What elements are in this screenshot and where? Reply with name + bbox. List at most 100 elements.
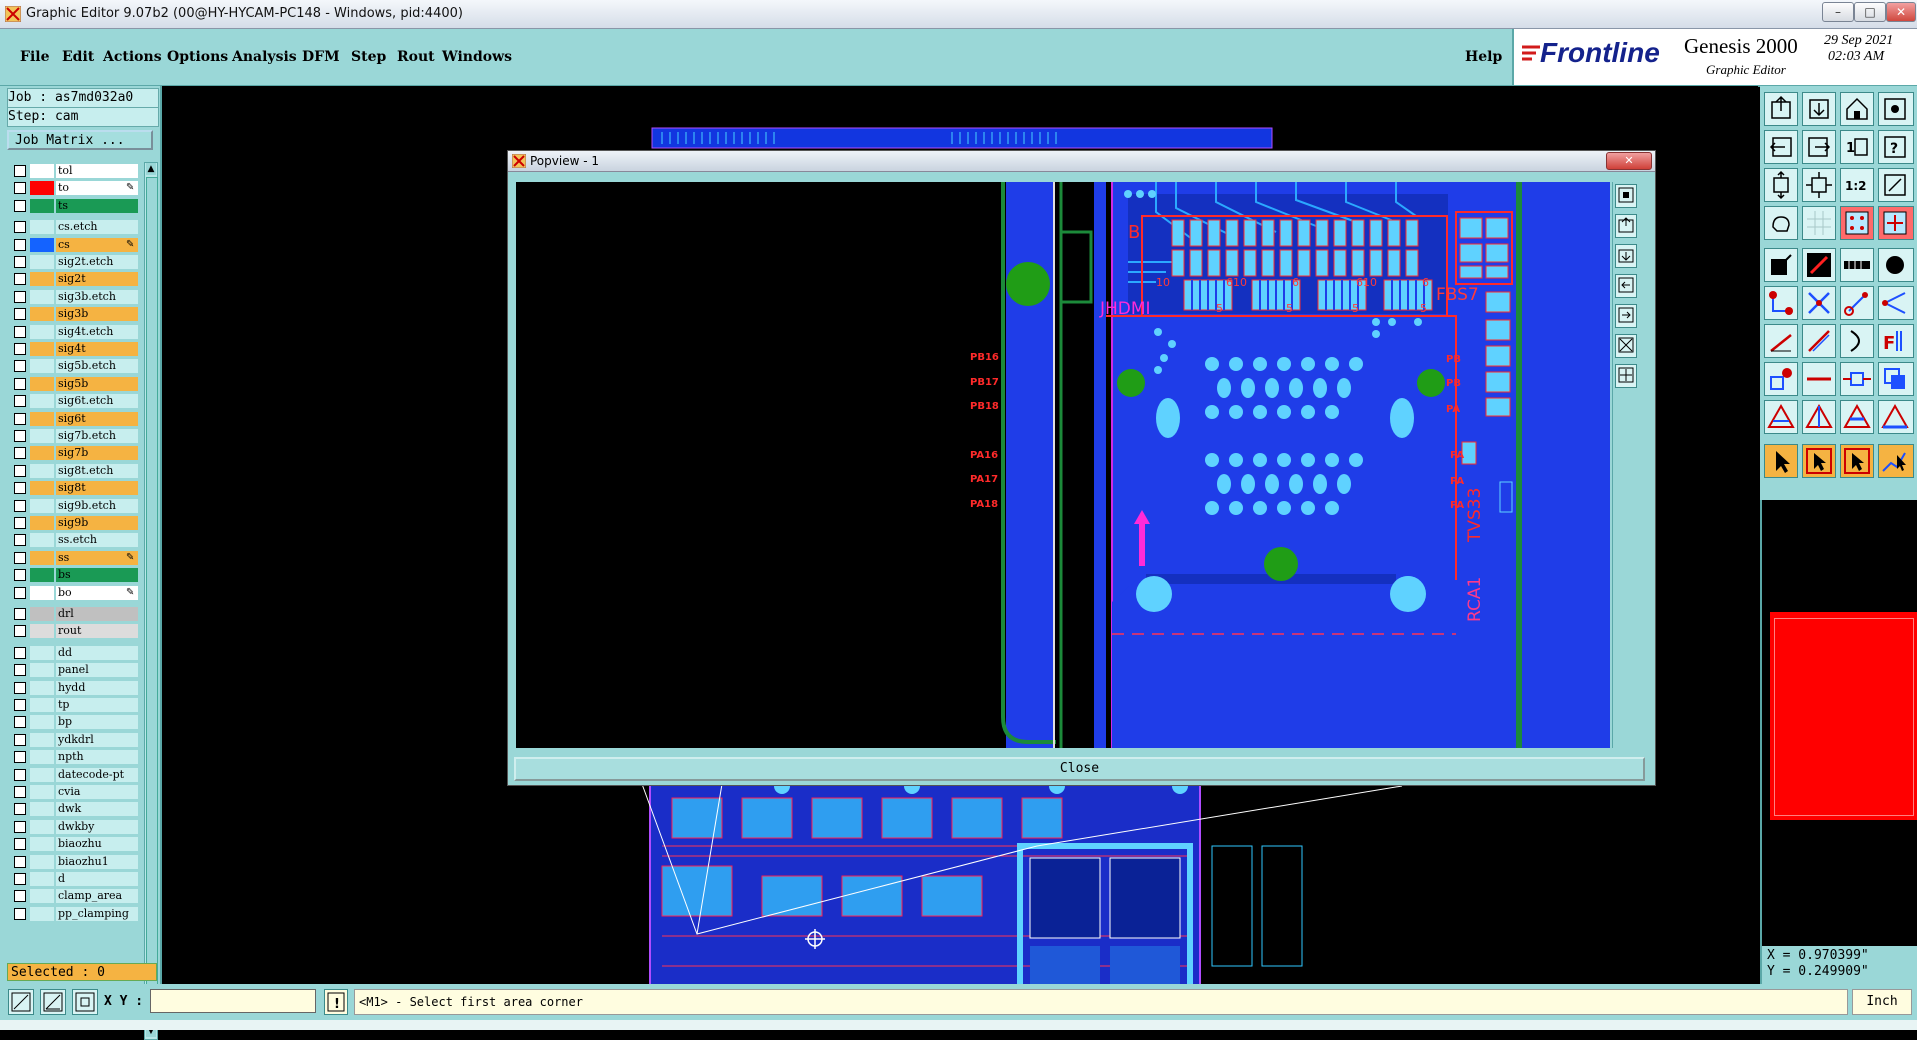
triangle-split-icon[interactable]: [1802, 400, 1836, 434]
layer-color-swatch[interactable]: [30, 837, 54, 852]
layer-checkbox[interactable]: [14, 325, 26, 338]
layer-name[interactable]: sig9b: [56, 516, 138, 530]
fill-icon[interactable]: F: [1878, 324, 1914, 358]
layer-color-swatch[interactable]: [30, 498, 54, 513]
layer-checkbox[interactable]: [14, 768, 26, 781]
triangle-fill-icon[interactable]: [1840, 400, 1874, 434]
layer-row-rout[interactable]: rout: [10, 624, 138, 639]
grid-icon[interactable]: [1802, 206, 1836, 240]
units-selector[interactable]: Inch: [1852, 989, 1912, 1015]
layer-name[interactable]: tol: [56, 164, 138, 178]
layer-checkbox[interactable]: [14, 308, 26, 321]
layer-checkbox[interactable]: [14, 221, 26, 234]
layer-row-sig8t.etch[interactable]: sig8t.etch: [10, 463, 138, 478]
layer-checkbox[interactable]: [14, 664, 26, 677]
popview-close-x-button[interactable]: ✕: [1606, 152, 1652, 170]
layer-row-sig4t.etch[interactable]: sig4t.etch: [10, 324, 138, 339]
connect-nodes-icon[interactable]: [1764, 286, 1798, 320]
pad-icon[interactable]: [1878, 248, 1914, 282]
layer-checkbox[interactable]: [14, 820, 26, 833]
triangle-edge-icon[interactable]: [1878, 400, 1914, 434]
job-matrix-button[interactable]: Job Matrix ...: [7, 130, 153, 150]
layer-checkbox[interactable]: [14, 256, 26, 268]
layer-color-swatch[interactable]: [30, 645, 54, 660]
popview-title-bar[interactable]: Popview - 1 ✕: [508, 151, 1655, 172]
popview-pan-left-icon[interactable]: [1615, 274, 1637, 298]
home-icon[interactable]: [1840, 92, 1874, 126]
layer-row-sig8t[interactable]: sig8t: [10, 481, 138, 496]
layer-name[interactable]: bp: [56, 715, 138, 730]
layer-row-drl[interactable]: drl: [10, 607, 138, 621]
layer-checkbox[interactable]: [14, 733, 26, 746]
layer-color-swatch[interactable]: [30, 164, 54, 178]
layer-name[interactable]: sig5b: [56, 376, 138, 391]
layer-name[interactable]: sig3b.etch: [56, 289, 138, 304]
scroll-thumb[interactable]: [146, 177, 158, 1017]
layer-name[interactable]: sig3b: [56, 307, 138, 322]
layer-row-hydd[interactable]: hydd: [10, 680, 138, 695]
select-feature-icon[interactable]: [1764, 248, 1798, 282]
layer-checkbox[interactable]: [14, 290, 26, 303]
layer-row-tp[interactable]: tp: [10, 698, 138, 712]
maximize-button[interactable]: □: [1854, 2, 1886, 22]
pan-right-icon[interactable]: [1802, 130, 1836, 164]
layer-checkbox[interactable]: [14, 803, 26, 816]
layer-color-swatch[interactable]: [30, 342, 54, 356]
layer-color-swatch[interactable]: [30, 307, 54, 322]
layer-color-swatch[interactable]: [30, 680, 54, 695]
layer-row-dd[interactable]: dd: [10, 645, 138, 660]
layer-name[interactable]: biaozhu1: [56, 854, 138, 869]
layer-color-swatch[interactable]: [30, 802, 54, 817]
layer-name[interactable]: cvia: [56, 785, 138, 799]
layer-checkbox[interactable]: [14, 447, 26, 460]
alert-icon[interactable]: !: [324, 989, 348, 1015]
layer-name[interactable]: ss.etch: [56, 533, 138, 548]
layer-row-bp[interactable]: bp: [10, 715, 138, 730]
layer-color-swatch[interactable]: [30, 376, 54, 391]
layer-checkbox[interactable]: [14, 873, 26, 885]
layer-row-panel[interactable]: panel: [10, 663, 138, 678]
layer-row-sig9b.etch[interactable]: sig9b.etch: [10, 498, 138, 513]
layer-color-swatch[interactable]: [30, 272, 54, 287]
layer-color-swatch[interactable]: [30, 750, 54, 765]
redraw-icon[interactable]: [1878, 168, 1914, 202]
pointer-path-icon[interactable]: [1878, 444, 1914, 478]
layer-checkbox[interactable]: [14, 681, 26, 694]
layer-row-tol[interactable]: tol: [10, 164, 138, 178]
overview-panel[interactable]: [1760, 500, 1917, 946]
layer-name[interactable]: clamp_area: [56, 889, 138, 904]
layer-name[interactable]: sig4t: [56, 342, 138, 356]
layer-color-swatch[interactable]: [30, 568, 54, 583]
layer-checkbox[interactable]: [14, 182, 26, 195]
layer-checkbox[interactable]: [14, 608, 26, 620]
layer-checkbox[interactable]: [14, 907, 26, 920]
horizontal-line-icon[interactable]: [1802, 362, 1836, 396]
copy-feature-icon[interactable]: [1878, 362, 1914, 396]
menu-analysis[interactable]: Analysis: [232, 49, 297, 65]
layer-checkbox[interactable]: [14, 569, 26, 582]
layer-name[interactable]: d: [56, 872, 138, 886]
layer-row-to[interactable]: to ✎: [10, 181, 138, 196]
layer-row-sig6t[interactable]: sig6t: [10, 411, 138, 426]
highlight-icon[interactable]: [1802, 248, 1836, 282]
layer-color-swatch[interactable]: [30, 785, 54, 799]
layer-name[interactable]: sig4t.etch: [56, 324, 138, 339]
layer-checkbox[interactable]: [14, 395, 26, 408]
layer-name[interactable]: tp: [56, 698, 138, 712]
layer-row-cs[interactable]: cs ✎: [10, 237, 138, 252]
layer-checkbox[interactable]: [14, 534, 26, 547]
menu-actions[interactable]: Actions: [103, 49, 162, 65]
popview-home-icon[interactable]: [1615, 214, 1637, 238]
popview-zoom-in-icon[interactable]: [1615, 184, 1637, 208]
layer-checkbox[interactable]: [14, 699, 26, 711]
layer-checkbox[interactable]: [14, 646, 26, 659]
split-nodes-icon[interactable]: [1878, 286, 1914, 320]
layer-row-ss.etch[interactable]: ss.etch: [10, 533, 138, 548]
layer-name[interactable]: npth: [56, 750, 138, 765]
layer-color-swatch[interactable]: [30, 732, 54, 747]
menu-dfm[interactable]: DFM: [302, 49, 340, 65]
layer-row-ss[interactable]: ss ✎: [10, 550, 138, 565]
pointer-select-icon[interactable]: [1802, 444, 1836, 478]
layer-name[interactable]: sig2t: [56, 272, 138, 287]
layer-checkbox[interactable]: [14, 360, 26, 373]
